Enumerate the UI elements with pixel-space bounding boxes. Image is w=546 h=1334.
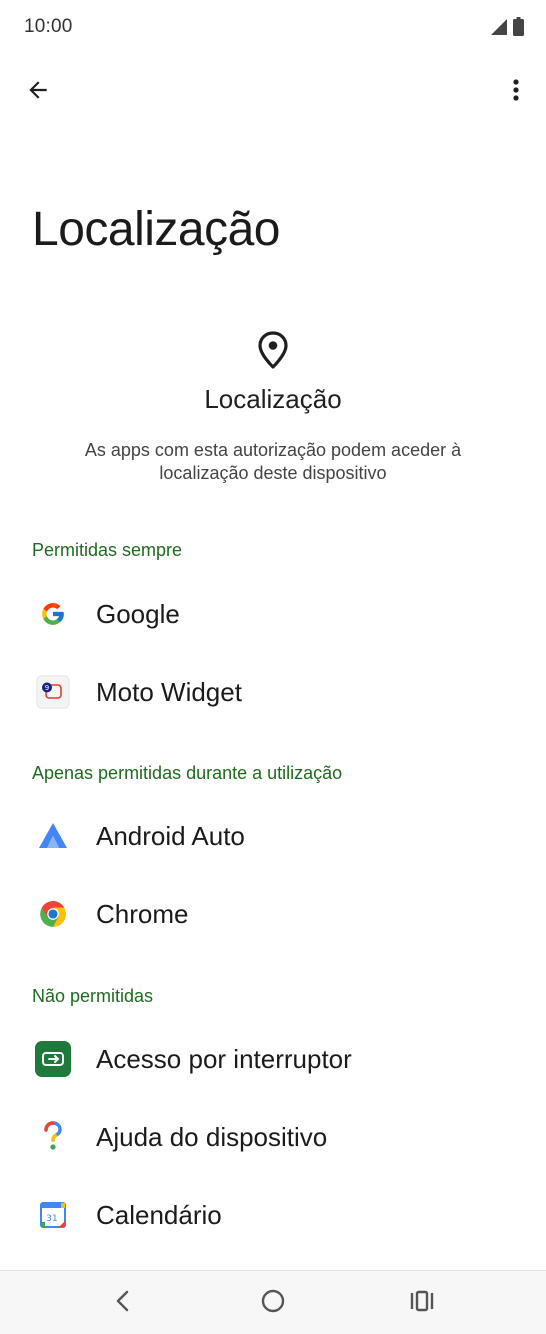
app-label: Ajuda do dispositivo xyxy=(96,1121,328,1152)
android-auto-icon xyxy=(35,818,71,854)
app-row-android-auto[interactable]: Android Auto xyxy=(0,797,546,875)
app-label: Moto Widget xyxy=(96,676,242,707)
more-options-button[interactable] xyxy=(492,68,540,116)
app-label: Android Auto xyxy=(96,820,245,851)
google-icon xyxy=(35,596,71,632)
status-bar: 10:00 xyxy=(0,0,546,56)
nav-back-icon xyxy=(113,1289,133,1318)
app-label: Acesso por interruptor xyxy=(96,1043,352,1074)
app-row-switch-access[interactable]: Acesso por interruptor xyxy=(0,1020,546,1098)
app-row-google[interactable]: Google xyxy=(0,575,546,653)
app-row-moto-widget[interactable]: 9 Moto Widget xyxy=(0,653,546,731)
app-bar xyxy=(0,64,546,120)
header-description: As apps com esta autorização podem acede… xyxy=(84,440,462,483)
device-help-icon xyxy=(35,1119,71,1155)
header-title: Localização xyxy=(204,384,342,414)
switch-access-icon xyxy=(35,1041,71,1077)
app-label: Chrome xyxy=(96,898,189,929)
location-pin-icon xyxy=(256,330,290,370)
navigation-bar xyxy=(0,1270,546,1334)
svg-text:9: 9 xyxy=(45,684,49,692)
app-row-device-help[interactable]: Ajuda do dispositivo xyxy=(0,1098,546,1176)
section-header-while-in-use: Apenas permitidas durante a utilização xyxy=(32,763,343,783)
nav-recents-button[interactable] xyxy=(398,1281,446,1325)
nav-back-button[interactable] xyxy=(99,1281,147,1325)
nav-home-icon xyxy=(260,1288,286,1319)
app-label: Google xyxy=(96,598,180,629)
moto-widget-icon: 9 xyxy=(35,674,71,710)
section-header-not-allowed: Não permitidas xyxy=(32,986,154,1006)
more-vert-icon xyxy=(512,78,520,107)
section-header-always: Permitidas sempre xyxy=(32,540,183,560)
app-row-chrome[interactable]: Chrome xyxy=(0,875,546,953)
arrow-back-icon xyxy=(25,77,51,108)
calendar-badge: 31 xyxy=(46,1214,57,1224)
nav-home-button[interactable] xyxy=(249,1281,297,1325)
app-label: Calendário xyxy=(96,1199,222,1230)
nav-recents-icon xyxy=(409,1289,435,1318)
status-time: 10:00 xyxy=(24,16,73,37)
calendar-icon: 31 xyxy=(35,1197,71,1233)
app-row-calendar[interactable]: 31 Calendário xyxy=(0,1176,546,1254)
signal-icon xyxy=(490,18,508,41)
page-title: Localização xyxy=(32,203,281,256)
battery-icon xyxy=(513,17,524,41)
status-icons xyxy=(490,17,524,41)
back-button[interactable] xyxy=(14,68,62,116)
chrome-icon xyxy=(35,896,71,932)
